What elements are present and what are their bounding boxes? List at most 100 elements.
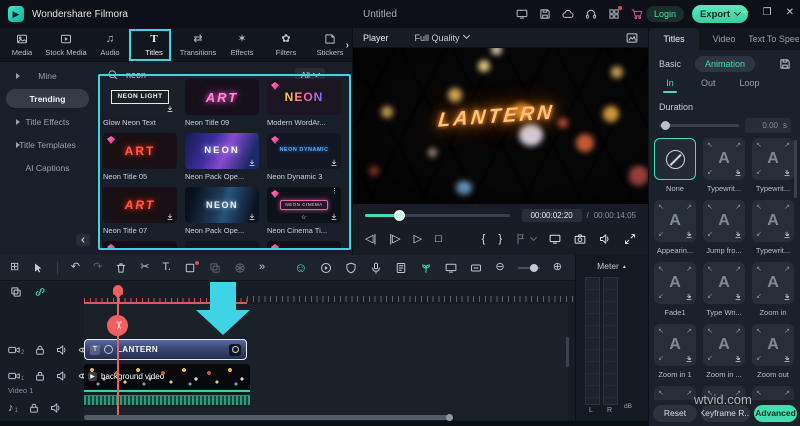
title-thumbnail[interactable]: NEON Neon Pack Ope... [185, 133, 259, 186]
animation-preset[interactable]: A ↖ ↗ ↙ ↘ Type Wri... [703, 262, 745, 324]
keyframe-plant-button[interactable] [420, 262, 432, 274]
preview-viewport[interactable]: LANTERN [353, 48, 649, 204]
media-grid-button[interactable]: ⊞ [10, 262, 19, 273]
cloud-button[interactable] [562, 8, 574, 20]
tab-effects[interactable]: ✶ Effects [220, 28, 264, 62]
zoom-in-button[interactable]: ⊕ [553, 262, 562, 273]
panel-tab[interactable]: Text To Spee [749, 28, 799, 50]
animation-preset[interactable]: A ↖ ↗ ↙ ↘ Zoom out [752, 324, 794, 386]
text-tool-button[interactable]: T. [162, 262, 171, 273]
copy-button[interactable] [209, 262, 221, 274]
tab-filters[interactable]: ✿ Filters [264, 28, 308, 62]
mute-icon[interactable] [56, 344, 68, 356]
undo-button[interactable]: ↶ [71, 262, 80, 273]
crop-button[interactable] [184, 260, 199, 274]
title-thumbnail[interactable]: NEON DYNAMIC Neon Dynamic 3 [267, 133, 341, 186]
apps-button[interactable] [608, 6, 622, 20]
sidebar-item-title-effects[interactable]: Title Effects [6, 112, 89, 131]
download-badge-icon[interactable] [166, 105, 174, 113]
panel-expand-icon[interactable]: › [346, 40, 349, 51]
seek-handle[interactable] [394, 209, 405, 221]
title-thumbnail[interactable]: ART Neon Title 09 [185, 79, 259, 132]
redo-button[interactable]: ↷ [93, 262, 102, 273]
cart-button[interactable] [631, 8, 643, 20]
title-thumbnail[interactable]: NEON CINEMA ⋮ ☆ Neon Cinema Ti... [267, 187, 341, 240]
advanced-button[interactable]: Advanced [754, 404, 797, 422]
zoom-slider-handle[interactable] [529, 263, 538, 272]
animation-preset[interactable]: A ↖ ↗ ↙ ↘ Zoom in ... [703, 324, 745, 386]
sidebar-item-mine[interactable]: Mine [6, 66, 89, 85]
meter-header[interactable]: Meter ▲ [576, 261, 648, 271]
quality-dropdown[interactable]: Full Quality [415, 31, 470, 43]
auto-ripple-button[interactable] [470, 262, 482, 274]
animation-preset[interactable]: A ↖ ↗ ↙ ↘ Typewrit... [752, 200, 794, 262]
title-thumbnail[interactable] [267, 241, 341, 248]
mute-icon[interactable] [50, 402, 62, 414]
play-button[interactable]: ▷ [414, 233, 422, 245]
seek-bar[interactable] [365, 209, 510, 221]
title-thumbnail[interactable]: NEON LIGHT Glow Neon Text [103, 79, 177, 132]
download-badge-icon[interactable] [166, 213, 174, 221]
animation-preset[interactable]: A ↖ ↗ ↙ ↘ Typewrit... [752, 138, 794, 200]
save-button[interactable] [539, 8, 551, 20]
sidebar-item-ai-captions[interactable]: AI Captions [6, 158, 89, 177]
lock-icon[interactable] [34, 370, 46, 382]
panel-tab[interactable]: Video [699, 28, 749, 50]
trash-button[interactable] [115, 262, 127, 274]
snapshot-button[interactable] [574, 233, 586, 245]
login-button[interactable]: Login [646, 6, 684, 22]
timeline-zoom-slider[interactable] [517, 263, 540, 272]
tab-media[interactable]: Media [0, 28, 44, 62]
timeline-vscrollbar[interactable] [566, 337, 569, 367]
export-button[interactable]: Export [692, 5, 748, 23]
animation-preset[interactable]: A ↖ ↗ ↙ ↘ Zoom in [752, 262, 794, 324]
mic-button[interactable] [370, 262, 382, 274]
timeline-ruler[interactable] [84, 284, 575, 304]
expand-button[interactable] [624, 233, 636, 245]
presets-scrollbar[interactable] [794, 140, 797, 198]
link-icon[interactable] [34, 286, 46, 298]
animation-preset[interactable]: A↖↗↙↘ [752, 386, 794, 400]
scissors-button[interactable]: ✂ [140, 262, 149, 273]
split-scissors-button[interactable]: ✂ [107, 315, 128, 336]
timeline-hscrollbar[interactable] [84, 414, 453, 421]
sidebar-item-title-templates[interactable]: Title Templates [6, 135, 89, 154]
reset-button[interactable]: Reset [653, 404, 697, 422]
title-clip[interactable]: T LANTERN [84, 339, 247, 360]
next-frame-button[interactable]: |▷ [389, 233, 400, 245]
marker-button[interactable] [515, 233, 538, 245]
colorwheel-button[interactable] [234, 262, 246, 274]
title-thumbnail[interactable] [103, 241, 177, 248]
title-thumbnail[interactable] [185, 241, 259, 248]
tab-audio[interactable]: ♫ Audio [88, 28, 132, 62]
title-thumbnail[interactable]: ART Neon Title 07 [103, 187, 177, 240]
mute-icon[interactable] [56, 370, 68, 382]
maximize-button[interactable]: ❐ [763, 7, 772, 18]
animation-preset[interactable]: None [654, 138, 696, 200]
minimize-button[interactable]: ─ [742, 7, 749, 18]
sidebar-collapse-button[interactable] [76, 234, 90, 246]
display-button[interactable] [549, 233, 561, 245]
basic-tab[interactable]: Basic [659, 59, 681, 69]
mark-out-button[interactable]: } [498, 233, 502, 245]
scope-icon[interactable] [626, 32, 638, 44]
animation-preset[interactable]: A ↖ ↗ ↙ ↘ Typewrit... [703, 138, 745, 200]
download-badge-icon[interactable] [248, 213, 256, 221]
keyframe-button[interactable]: Keyframe R... [701, 404, 750, 422]
ai-smiley-button[interactable]: ☺ [294, 261, 307, 274]
shield-button[interactable] [345, 262, 357, 274]
animation-direction-tab[interactable]: In [663, 78, 677, 98]
speaker-button[interactable] [599, 233, 611, 245]
zoom-out-button[interactable]: ⊖ [495, 262, 504, 273]
animation-preset[interactable]: A ↖ ↗ ↙ ↘ Zoom in 1 [654, 324, 696, 386]
menu-badge-icon[interactable]: ⋮ [331, 188, 338, 195]
title-thumbnail[interactable]: ART Neon Title 05 [103, 133, 177, 186]
duration-input[interactable]: 0.00 s [745, 117, 791, 133]
playhead-line[interactable] [117, 286, 119, 415]
duration-slider[interactable] [659, 120, 739, 130]
duration-slider-handle[interactable] [661, 120, 670, 130]
mark-in-button[interactable]: { [482, 233, 486, 245]
animation-tab[interactable]: Animation [695, 56, 756, 72]
copy-icon[interactable] [10, 286, 22, 298]
tab-titles[interactable]: T Titles [132, 28, 176, 62]
